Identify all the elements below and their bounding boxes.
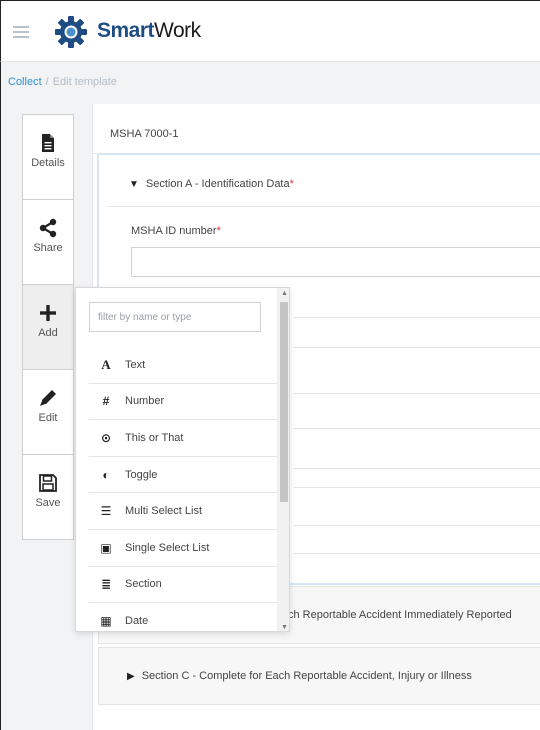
field-type-multi-select[interactable]: ☰ Multi Select List xyxy=(89,493,277,530)
share-label: Share xyxy=(33,242,63,254)
breadcrumb: Collect / Edit template xyxy=(0,62,540,104)
gear-logo-icon xyxy=(55,16,87,48)
field-type-label: Section xyxy=(125,578,162,591)
field-divider xyxy=(294,525,540,526)
save-button[interactable]: Save xyxy=(22,454,74,540)
section-a-header[interactable]: ▼ Section A - Identification Data* xyxy=(107,159,540,207)
filter-input[interactable] xyxy=(89,302,261,332)
breadcrumb-current: Edit template xyxy=(52,76,117,88)
field-type-label: Multi Select List xyxy=(125,505,203,518)
field-type-list: A Text # Number ⊙ This or That ◐ Toggle ☰ Mul… xyxy=(89,347,277,631)
section-c-title: Section C - Complete for Each Reportable… xyxy=(141,670,472,682)
save-label: Save xyxy=(35,497,61,509)
chevron-right-icon: ▶ xyxy=(127,671,135,682)
field-type-label: Date xyxy=(125,614,149,627)
brand-name: SmartWork xyxy=(97,19,201,43)
scroll-thumb[interactable] xyxy=(280,302,288,502)
scroll-up-icon[interactable]: ▲ xyxy=(281,290,288,297)
brand-part-2: Work xyxy=(154,19,201,42)
section-a-title: Section A - Identification Data xyxy=(145,178,290,190)
edit-label: Edit xyxy=(38,412,58,424)
details-button[interactable]: Details xyxy=(22,114,74,200)
field-type-text[interactable]: A Text xyxy=(89,347,277,384)
field-divider xyxy=(294,468,540,469)
scroll-down-icon[interactable]: ▼ xyxy=(281,624,288,631)
field-type-label: Number xyxy=(125,395,165,408)
field-type-single-select[interactable]: ▣ Single Select List xyxy=(89,530,277,567)
add-button[interactable]: Add xyxy=(22,284,74,370)
share-button[interactable]: Share xyxy=(22,199,74,285)
field-divider xyxy=(294,487,540,488)
brand-part-1: Smart xyxy=(97,19,155,42)
share-icon xyxy=(39,218,57,238)
calendar-icon: ▦ xyxy=(100,613,112,628)
field-type-label: This or That xyxy=(125,431,184,444)
required-mark: * xyxy=(216,225,221,237)
chevron-down-icon: ▼ xyxy=(129,179,139,190)
floppy-icon xyxy=(39,474,57,492)
field-type-toggle[interactable]: ◐ Toggle xyxy=(89,457,277,494)
field-type-label: Text xyxy=(125,358,146,371)
required-mark: * xyxy=(289,178,294,190)
list-icon: ☰ xyxy=(100,504,112,519)
msha-id-label-text: MSHA ID number xyxy=(131,225,217,237)
field-type-label: Single Select List xyxy=(125,541,210,554)
form-title: MSHA 7000-1 xyxy=(93,116,540,154)
field-type-number[interactable]: # Number xyxy=(89,384,277,421)
select-icon: ▣ xyxy=(100,540,112,555)
section-c-header[interactable]: ▶ Section C - Complete for Each Reportabl… xyxy=(98,647,540,705)
hamburger-menu-icon[interactable] xyxy=(13,26,29,38)
radio-icon: ⊙ xyxy=(100,430,112,445)
field-type-this-or-that[interactable]: ⊙ This or That xyxy=(89,420,277,457)
text-icon: A xyxy=(101,356,111,372)
field-divider xyxy=(294,553,540,554)
field-divider xyxy=(294,393,540,394)
hash-icon: # xyxy=(102,394,110,409)
msha-id-label: MSHA ID number* xyxy=(131,225,221,237)
field-type-label: Toggle xyxy=(125,468,158,481)
vertical-toolbar: Details Share Add Edit Save xyxy=(22,114,74,540)
section-b-title: ch Reportable Accident Immediately Repor… xyxy=(288,609,512,621)
toggle-icon: ◐ xyxy=(102,467,110,482)
field-divider xyxy=(294,347,540,348)
section-icon: ≣ xyxy=(100,577,112,592)
field-divider xyxy=(294,428,540,429)
details-label: Details xyxy=(31,157,65,169)
document-icon xyxy=(42,134,54,152)
breadcrumb-link-collect[interactable]: Collect xyxy=(8,76,42,88)
edit-button[interactable]: Edit xyxy=(22,369,74,455)
add-field-dropdown: A Text # Number ⊙ This or That ◐ Toggle ☰ Mul… xyxy=(75,287,290,632)
field-divider xyxy=(294,317,540,318)
pencil-icon xyxy=(40,390,56,406)
add-label: Add xyxy=(38,327,58,339)
msha-id-input[interactable] xyxy=(131,247,540,277)
top-bar: SmartWork xyxy=(0,0,540,62)
field-type-date[interactable]: ▦ Date xyxy=(89,603,277,631)
dropdown-scrollbar[interactable]: ▲ ▼ xyxy=(277,288,289,631)
breadcrumb-separator: / xyxy=(45,76,49,88)
field-type-section[interactable]: ≣ Section xyxy=(89,567,277,604)
plus-icon xyxy=(40,305,56,321)
